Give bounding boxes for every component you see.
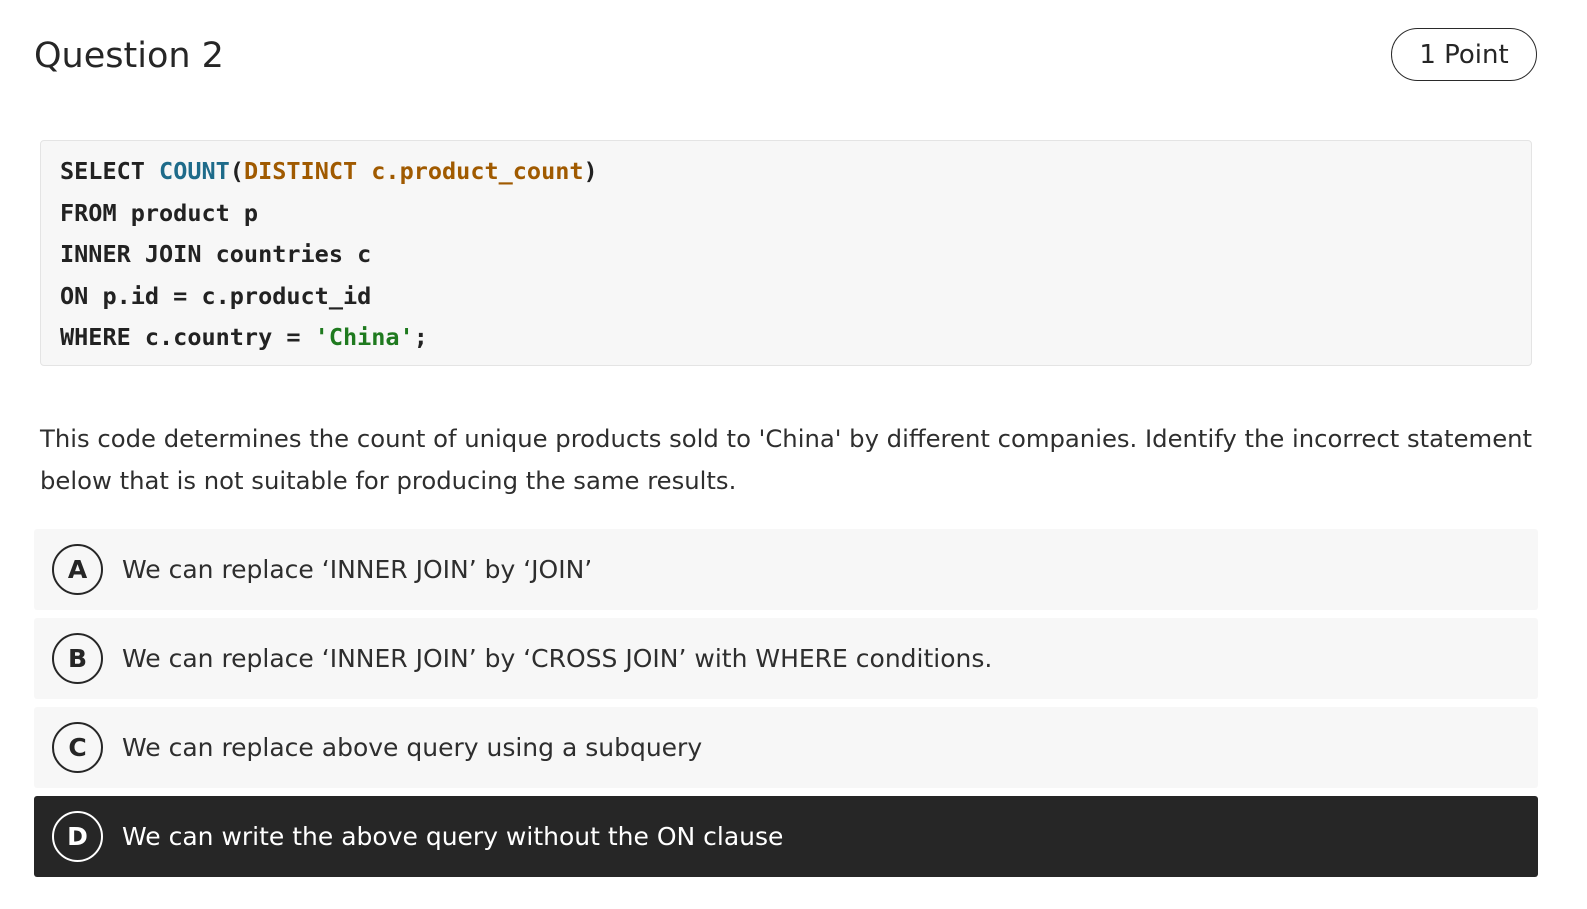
code-token: ) (583, 157, 598, 185)
question-prompt: This code determines the count of unique… (40, 424, 1533, 495)
option-letter-badge: A (52, 544, 103, 595)
points-badge: 1 Point (1391, 28, 1537, 81)
option-letter-badge: D (52, 811, 103, 862)
code-line: INNER JOIN countries c (60, 234, 1531, 276)
code-token: ON p.id = c.product_id (60, 281, 372, 310)
code-token: SELECT (60, 157, 160, 185)
option-text: We can write the above query without the… (122, 822, 784, 851)
code-token: INNER JOIN countries c (60, 240, 372, 269)
option-text: We can replace above query using a subqu… (122, 733, 703, 762)
code-token: FROM product p (60, 198, 259, 227)
code-token: WHERE c.country = (60, 323, 315, 352)
option-c[interactable]: C We can replace above query using a sub… (34, 707, 1538, 788)
code-token: ; (413, 323, 428, 352)
code-token: 'China' (314, 323, 414, 352)
option-letter-badge: C (52, 722, 103, 773)
option-text: We can replace ‘INNER JOIN’ by ‘JOIN’ (122, 555, 593, 584)
code-line: FROM product p (60, 193, 1531, 235)
option-a[interactable]: A We can replace ‘INNER JOIN’ by ‘JOIN’ (34, 529, 1538, 610)
option-d[interactable]: D We can write the above query without t… (34, 796, 1538, 877)
code-token: ( (229, 157, 244, 185)
option-letter-badge: B (52, 633, 103, 684)
code-block: SELECT COUNT(DISTINCT c.product_count) F… (40, 140, 1532, 366)
option-b[interactable]: B We can replace ‘INNER JOIN’ by ‘CROSS … (34, 618, 1538, 699)
code-line: WHERE c.country = 'China'; (60, 317, 1531, 359)
code-token: COUNT (159, 157, 230, 185)
code-line: ON p.id = c.product_id (60, 276, 1531, 318)
question-title: Question 2 (34, 36, 224, 76)
code-token: DISTINCT c.product_count (243, 157, 584, 185)
code-line: SELECT COUNT(DISTINCT c.product_count) (60, 151, 1531, 193)
option-text: We can replace ‘INNER JOIN’ by ‘CROSS JO… (122, 644, 993, 673)
